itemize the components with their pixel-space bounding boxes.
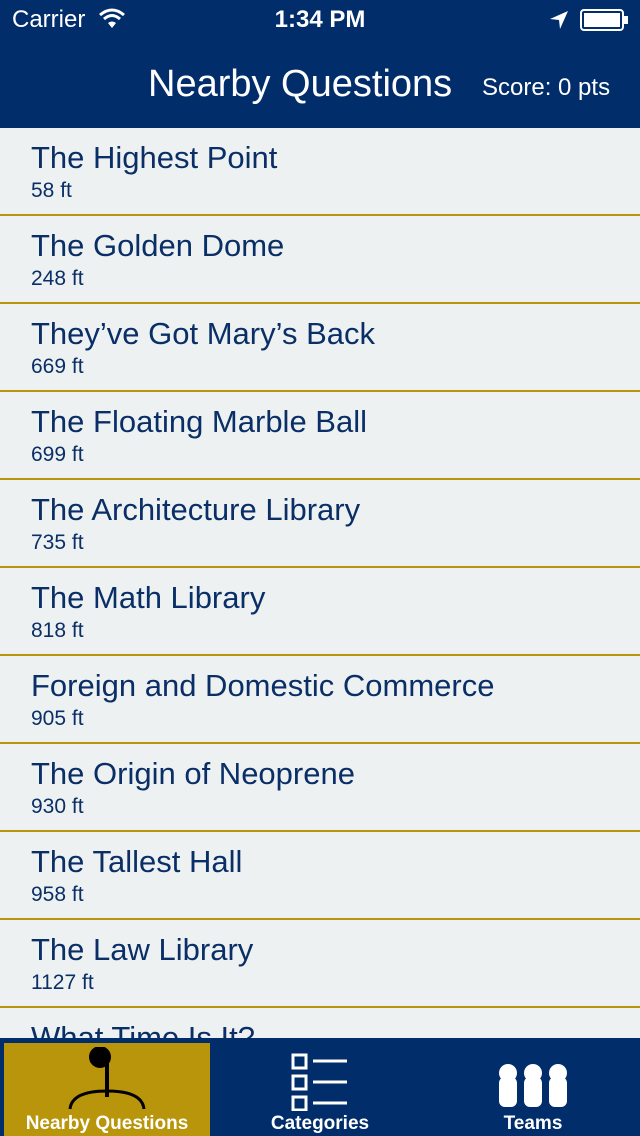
question-title: The Origin of Neoprene [31, 756, 355, 791]
question-row[interactable]: The Highest Point 58 ft [0, 128, 640, 216]
question-title: The Tallest Hall [31, 844, 243, 879]
list-icon [291, 1053, 347, 1111]
tab-label: Categories [270, 1113, 370, 1134]
question-distance: 669 ft [31, 355, 84, 378]
map-pin-icon [68, 1047, 146, 1110]
question-row[interactable]: What Time Is It? [0, 1008, 640, 1038]
question-title: The Architecture Library [31, 492, 361, 527]
status-time: 1:34 PM [274, 6, 366, 33]
question-distance: 930 ft [31, 795, 84, 818]
question-row[interactable]: The Law Library 1127 ft [0, 920, 640, 1008]
status-bar: Carrier 1:34 PM [0, 0, 640, 40]
question-title: They’ve Got Mary’s Back [31, 316, 375, 351]
location-arrow-icon [550, 11, 568, 29]
question-distance: 905 ft [31, 707, 84, 730]
navigation-bar: Nearby Questions Score: 0 pts [0, 40, 640, 128]
tab-categories[interactable]: Categories [214, 1043, 426, 1136]
question-title: The Math Library [31, 580, 266, 615]
question-row[interactable]: Foreign and Domestic Commerce 905 ft [0, 656, 640, 744]
tab-bar: Nearby Questions Categories Teams [0, 1038, 640, 1136]
question-distance: 818 ft [31, 619, 84, 642]
tab-teams[interactable]: Teams [430, 1043, 636, 1136]
tab-nearby-questions[interactable]: Nearby Questions [4, 1043, 210, 1136]
question-row[interactable]: The Math Library 818 ft [0, 568, 640, 656]
question-title: The Highest Point [31, 140, 278, 175]
question-title: The Floating Marble Ball [31, 404, 367, 439]
question-title: Foreign and Domestic Commerce [31, 668, 495, 703]
question-distance: 958 ft [31, 883, 84, 906]
question-row[interactable]: They’ve Got Mary’s Back 669 ft [0, 304, 640, 392]
question-row[interactable]: The Golden Dome 248 ft [0, 216, 640, 304]
questions-list[interactable]: The Highest Point 58 ft The Golden Dome … [0, 128, 640, 1038]
question-distance: 58 ft [31, 179, 72, 202]
question-row[interactable]: The Architecture Library 735 ft [0, 480, 640, 568]
team-icon [499, 1064, 567, 1107]
question-distance: 735 ft [31, 531, 84, 554]
battery-icon [580, 9, 628, 31]
question-row[interactable]: The Floating Marble Ball 699 ft [0, 392, 640, 480]
page-title: Nearby Questions [148, 63, 453, 105]
question-title: The Law Library [31, 932, 254, 967]
tab-label: Nearby Questions [25, 1113, 189, 1134]
question-row[interactable]: The Origin of Neoprene 930 ft [0, 744, 640, 832]
question-distance: 699 ft [31, 443, 84, 466]
question-distance: 1127 ft [31, 971, 94, 994]
question-title: What Time Is It? [31, 1020, 255, 1038]
tab-label: Teams [503, 1113, 563, 1134]
question-row[interactable]: The Tallest Hall 958 ft [0, 832, 640, 920]
question-distance: 248 ft [31, 267, 84, 290]
score-label: Score: 0 pts [482, 74, 611, 101]
question-title: The Golden Dome [31, 228, 285, 263]
